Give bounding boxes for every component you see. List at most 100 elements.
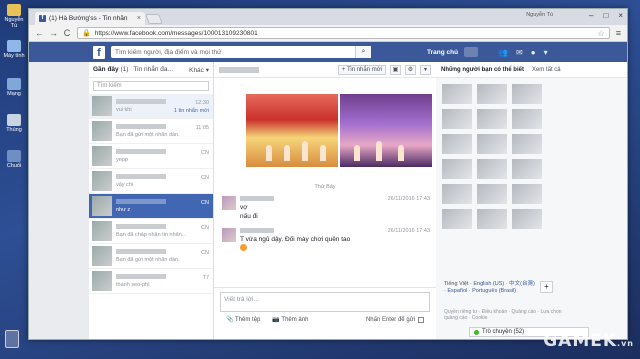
suggested-friend[interactable] [442,109,472,129]
suggested-friend[interactable] [477,84,507,104]
contact-name-blurred [116,99,166,104]
recycle-icon [7,114,21,126]
message-preview: Bạn đã gửi một nhãn dán. [116,257,180,263]
message-timestamp: 26/11/2016 17:43 [387,196,430,202]
conversation-time: 12:30 [195,100,209,106]
gamek-watermark-logo: GAMEK.vn [543,331,634,351]
messages-icon[interactable]: ✉ [516,48,523,57]
add-files-button[interactable]: 📎 Thêm tệp [226,316,260,323]
conversation-time: 11:05 [195,125,209,131]
profile-user-label[interactable]: Nguyễn Tú [526,12,553,18]
conversation-item[interactable]: Bạn đã gửi một nhãn dán. 11:05 [89,119,213,144]
new-tab-button[interactable] [145,14,163,24]
reload-icon[interactable]: C [63,28,71,38]
facebook-top-bar: f Tìm kiếm người, địa điểm và mọi thứ ⌕ … [29,42,627,62]
url-field[interactable]: 🔒 https://www.facebook.com/messages/1000… [77,27,610,39]
back-icon[interactable]: ← [35,28,44,38]
forward-icon[interactable]: → [49,28,58,38]
avatar [222,228,236,242]
facebook-logo[interactable]: f [93,45,105,59]
conversation-search-input[interactable]: Tìm kiếm [93,81,209,91]
window-controls: – □ × [589,11,623,20]
trash-icon[interactable] [5,330,19,348]
suggested-friend[interactable] [442,159,472,179]
tab-message-requests[interactable]: Tin nhắn đa... [133,66,173,73]
game-screenshot-image[interactable] [246,94,338,167]
suggested-friend[interactable] [477,184,507,204]
video-call-icon[interactable]: ▣ [390,64,401,75]
facebook-favicon-icon: f [39,15,46,22]
new-message-button[interactable]: + Tin nhắn mới [337,64,386,75]
address-bar-row: ← → C 🔒 https://www.facebook.com/message… [29,25,627,42]
message-text: T vừa ngủ dậy. Đối mày chơi quên tao [240,236,351,243]
close-window-button[interactable]: × [618,11,623,20]
suggested-friend[interactable] [477,109,507,129]
press-enter-toggle[interactable]: Nhấn Enter để gửi [366,316,424,323]
new-message-badge: 1 tin nhắn mới [173,108,209,114]
suggested-friend[interactable] [477,209,507,229]
desktop-icon-folder[interactable]: Nguyễn Tú [2,4,26,29]
see-all-link[interactable]: Xem tất cả [532,67,561,73]
browser-menu-icon[interactable]: ≡ [616,28,621,38]
suggested-friend[interactable] [512,184,542,204]
suggested-friend[interactable] [442,134,472,154]
suggested-friends-grid [442,84,542,229]
notifications-icon[interactable]: ● [531,48,536,57]
conversation-item[interactable]: yepp CN [89,144,213,169]
conversation-time: T7 [202,275,209,281]
friend-requests-icon[interactable]: 👥 [498,48,508,57]
tab-title: (1) Hà Bướng'ss - Tin nhắn [49,15,128,22]
suggested-friend[interactable] [512,159,542,179]
press-enter-checkbox[interactable] [418,316,424,323]
tab-recent[interactable]: Gần đây (1) [93,66,128,73]
avatar [92,271,112,291]
suggested-friend[interactable] [512,134,542,154]
message-group: vợ nấu đi 26/11/2016 17:43 [222,196,430,221]
thread-panel: + Tin nhắn mới ▣ ⚙ ▾ Thứ Bảy vợ nấu đi 2… [214,62,436,339]
suggested-friend[interactable] [442,84,472,104]
composer-actions: 📎 Thêm tệp 📷 Thêm ảnh Nhấn Enter để gửi [214,316,436,323]
browser-tab[interactable]: f (1) Hà Bướng'ss - Tin nhắn × [35,12,145,25]
message-composer: Viết trả lời... 📎 Thêm tệp 📷 Thêm ảnh Nh… [214,287,436,339]
desktop-icon-network[interactable]: Mạng [2,78,26,97]
conversation-item[interactable]: Bạn đã chấp nhận tin nhắn... CN [89,219,213,244]
tab-close-icon[interactable]: × [137,15,141,22]
suggested-friend[interactable] [512,109,542,129]
more-options-icon[interactable]: ▾ [420,64,431,75]
tab-more[interactable]: Khác ▾ [189,66,209,74]
avatar [92,196,112,216]
suggested-friend[interactable] [442,209,472,229]
profile-link[interactable] [464,47,479,57]
conversation-item[interactable]: vậy chi CN [89,169,213,194]
facebook-search-input[interactable]: Tìm kiếm người, địa điểm và mọi thứ ⌕ [111,46,371,58]
settings-icon[interactable]: ⚙ [405,64,416,75]
desktop-icon-app[interactable]: Chuối [2,150,26,169]
maximize-button[interactable]: □ [603,11,608,20]
suggested-friend[interactable] [512,84,542,104]
conversation-item[interactable]: vui khi 12:30 1 tin nhắn mới [89,94,213,119]
add-photos-button[interactable]: 📷 Thêm ảnh [272,316,308,323]
desktop-icon-recycle[interactable]: Thùng [2,114,26,133]
suggested-friend[interactable] [477,159,507,179]
shared-photos[interactable] [246,94,432,167]
conversation-item[interactable]: Bạn đã gửi một nhãn dán. CN [89,244,213,269]
conversation-item[interactable]: thanh seo-phì T7 [89,269,213,294]
game-screenshot-image[interactable] [340,94,432,167]
add-language-button[interactable]: + [540,281,553,293]
bookmark-star-icon[interactable]: ☆ [598,29,605,38]
suggested-friend[interactable] [442,184,472,204]
search-icon[interactable]: ⌕ [355,46,371,58]
message-timestamp: 26/11/2016 17:43 [387,228,430,234]
message-text: vợ [240,204,248,211]
suggested-friend[interactable] [477,134,507,154]
footer-links[interactable]: Quyền riêng tư · Điều khoản · Quảng cáo … [444,309,564,321]
account-menu-icon[interactable]: ▾ [544,48,548,57]
desktop-icon-computer[interactable]: Máy tính [2,40,26,59]
computer-icon [7,40,21,52]
minimize-button[interactable]: – [589,11,593,20]
conversation-item-selected[interactable]: như z CN [89,194,213,219]
suggested-friend[interactable] [512,209,542,229]
avatar [92,246,112,266]
reply-input[interactable]: Viết trả lời... [220,292,430,312]
home-link[interactable]: Trang chủ [427,49,458,56]
